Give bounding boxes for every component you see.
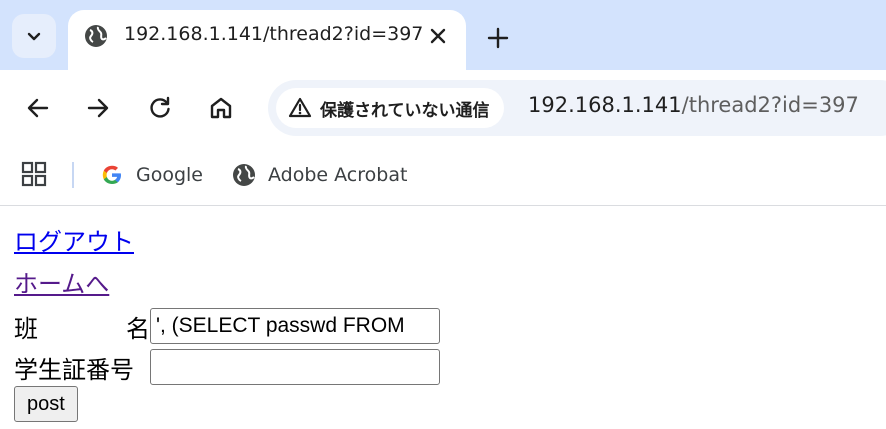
student-id-label: 学生証番号 [14, 355, 134, 384]
bookmark-label: Google [136, 164, 204, 186]
google-icon [102, 165, 121, 184]
close-icon [430, 28, 446, 44]
address-bar[interactable]: 保護されていない通信 192.168.1.141/thread2?id=397 [268, 80, 886, 136]
url-path: /thread2?id=397 [681, 93, 859, 117]
globe-icon [233, 164, 255, 186]
arrow-left-icon [27, 98, 49, 118]
chevron-down-icon [27, 32, 41, 41]
tab-strip: 192.168.1.141/thread2?id=397 [0, 0, 886, 70]
group-name-input[interactable]: ', (SELECT passwd FROM [150, 308, 440, 344]
group-name-label: 班 名 [14, 309, 150, 344]
toolbar: 保護されていない通信 192.168.1.141/thread2?id=397 [0, 70, 886, 146]
student-id-row: 学生証番号 [14, 349, 440, 385]
active-tab[interactable]: 192.168.1.141/thread2?id=397 [68, 10, 466, 70]
plus-icon [487, 27, 509, 49]
bookmark-google[interactable]: Google [100, 159, 203, 191]
url-host: 192.168.1.141 [528, 93, 682, 117]
security-chip[interactable]: 保護されていない通信 [276, 88, 504, 128]
bookmarks-bar: Google Adobe Acrobat [0, 146, 886, 206]
bookmark-label: Adobe Acrobat [268, 164, 408, 186]
url-text[interactable]: 192.168.1.141/thread2?id=397 [528, 93, 859, 117]
student-id-input[interactable] [150, 349, 440, 385]
reload-icon [150, 96, 170, 118]
home-link[interactable]: ホームへ [14, 264, 109, 304]
close-tab-button[interactable] [424, 22, 452, 50]
bookmark-adobe-acrobat[interactable]: Adobe Acrobat [232, 159, 407, 191]
group-name-row: 班 名 ', (SELECT passwd FROM [14, 308, 440, 344]
bookmarks-divider [72, 162, 74, 188]
security-label: 保護されていない通信 [320, 100, 490, 121]
group-name-label-left: 班 [14, 314, 38, 343]
reload-button[interactable] [142, 90, 178, 126]
group-name-label-right: 名 [126, 314, 150, 343]
tab-search-button[interactable] [12, 14, 56, 58]
globe-icon [85, 25, 107, 47]
page-content: ログアウト ホームへ 班 名 ', (SELECT passwd FROM 学生… [14, 222, 614, 427]
home-button[interactable] [203, 90, 239, 126]
tab-title: 192.168.1.141/thread2?id=397 [124, 23, 424, 45]
back-button[interactable] [20, 90, 56, 126]
logout-link[interactable]: ログアウト [14, 222, 134, 262]
apps-grid-icon[interactable] [20, 160, 48, 188]
post-button[interactable]: post [14, 386, 78, 422]
warning-icon [288, 97, 312, 118]
forward-button[interactable] [80, 90, 116, 126]
new-tab-button[interactable] [480, 20, 516, 56]
home-icon [210, 97, 232, 119]
arrow-right-icon [87, 98, 109, 118]
